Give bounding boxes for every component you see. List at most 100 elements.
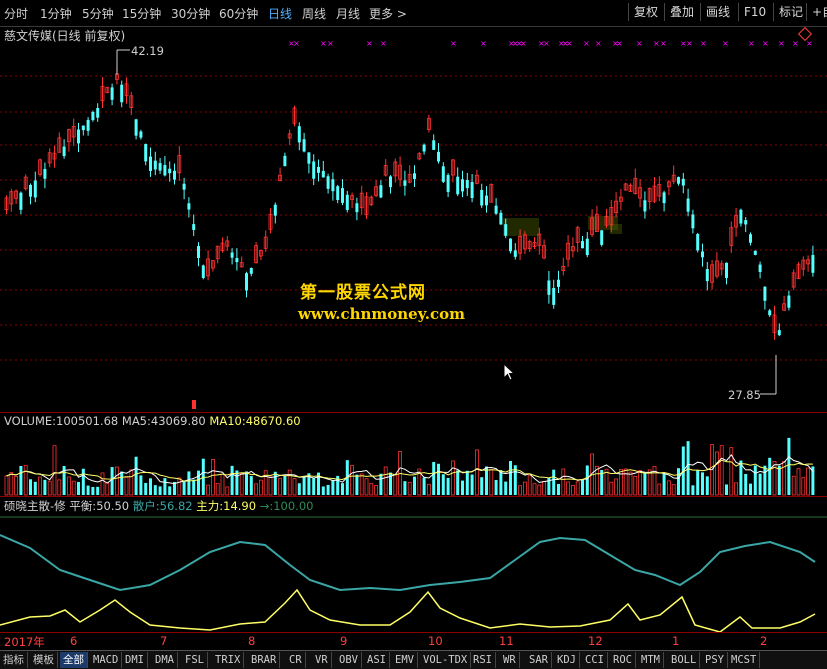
volume-bar (638, 470, 642, 496)
volume-bar (134, 456, 138, 495)
candle-down (110, 87, 114, 100)
candle-down (19, 192, 23, 210)
volume-bar (691, 485, 695, 495)
candle-down (33, 180, 37, 198)
volume-bar (657, 483, 662, 496)
candle-down (552, 287, 556, 305)
volume-bar (268, 476, 273, 496)
volume-bar (470, 474, 474, 495)
volume-bar (465, 470, 469, 495)
volume-bar (518, 485, 522, 496)
candle-down (547, 280, 551, 295)
candle-down (283, 155, 287, 167)
tab-rsi[interactable]: RSI (470, 652, 496, 668)
tab-boll[interactable]: BOLL (668, 652, 701, 668)
candle-down (811, 255, 815, 273)
candle-down (326, 176, 330, 189)
candle-down (230, 252, 234, 258)
signal-marker: × (583, 39, 590, 48)
date-label-nov: 11 (499, 634, 514, 648)
volume-bar (557, 483, 560, 495)
reference-value: 100.00 (273, 499, 314, 513)
volume-bar (297, 483, 301, 495)
tab-emv[interactable]: EMV (392, 652, 418, 668)
volume-bar (115, 466, 119, 496)
volume-bar (77, 481, 80, 495)
signal-marker: × (722, 39, 729, 48)
tab-vr[interactable]: VR (312, 652, 332, 668)
candle-down (725, 262, 728, 278)
candle-down (91, 111, 95, 121)
volume-bar (801, 477, 806, 496)
volume-bar (489, 469, 494, 496)
volume-bar (461, 480, 464, 495)
ma10-label: MA10: (209, 414, 246, 428)
volume-bar (38, 476, 42, 496)
tab-模板[interactable]: 模板 (30, 652, 58, 668)
signal-marker: × (380, 39, 387, 48)
volume-bar (719, 445, 724, 496)
tab-mtm[interactable]: MTM (638, 652, 664, 668)
volume-bar (278, 477, 283, 496)
tab-cr[interactable]: CR (286, 652, 306, 668)
date-label-jun: 6 (70, 634, 78, 648)
tab-brar[interactable]: BRAR (248, 652, 281, 668)
tab-全部[interactable]: 全部 (60, 652, 88, 668)
volume-value: 100501.68 (56, 414, 119, 428)
date-label-dec: 12 (588, 634, 603, 648)
tab-cci[interactable]: CCI (582, 652, 608, 668)
candle-down (197, 246, 200, 258)
tab-psy[interactable]: PSY (702, 652, 728, 668)
signal-marker: × (366, 39, 373, 48)
volume-bar (753, 465, 757, 495)
candle-down (168, 168, 172, 174)
tab-obv[interactable]: OBV (336, 652, 362, 668)
candle-down (134, 119, 138, 136)
volume-bar (715, 451, 719, 496)
signal-marker: × (636, 39, 643, 48)
volume-bar (647, 469, 652, 496)
balance-label: 平衡: (69, 499, 97, 513)
volume-ma10-line (6, 459, 813, 482)
volume-bar (393, 473, 398, 496)
tab-vol-tdx[interactable]: VOL-TDX (420, 652, 472, 668)
volume-bar (287, 469, 292, 496)
tab-kdj[interactable]: KDJ (554, 652, 580, 668)
volume-bar (667, 480, 671, 496)
volume-bar (326, 484, 330, 495)
tab-trix[interactable]: TRIX (212, 652, 245, 668)
highlight-zone (503, 218, 539, 236)
candle-down (144, 143, 148, 162)
tab-macd[interactable]: MACD (90, 652, 123, 668)
date-label-jul: 7 (160, 634, 168, 648)
tab-wr[interactable]: WR (500, 652, 520, 668)
date-label-oct: 10 (428, 634, 443, 648)
volume-bar (407, 481, 412, 496)
candle-down (749, 234, 752, 243)
main-force-line (0, 588, 816, 632)
tab-指标[interactable]: 指标 (0, 652, 28, 668)
candle-down (677, 177, 680, 184)
volume-bar (302, 477, 306, 495)
volume-bar (71, 480, 76, 496)
volume-bar (235, 470, 239, 495)
date-label-sep: 9 (340, 634, 348, 648)
candle-down (96, 108, 100, 118)
volume-bar (662, 473, 666, 495)
tab-dmi[interactable]: DMI (122, 652, 148, 668)
tab-mcst[interactable]: MCST (728, 652, 761, 668)
candle-down (432, 140, 436, 150)
candle-down (513, 250, 517, 257)
volume-bar (480, 477, 484, 495)
event-marker (192, 400, 196, 409)
tab-sar[interactable]: SAR (526, 652, 552, 668)
volume-bar (542, 480, 546, 496)
tab-dma[interactable]: DMA (152, 652, 178, 668)
signal-marker: × (566, 39, 573, 48)
tab-asi[interactable]: ASI (364, 652, 390, 668)
volume-bar (787, 437, 791, 495)
candle-down (235, 258, 239, 263)
tab-roc[interactable]: ROC (610, 652, 636, 668)
tab-fsl[interactable]: FSL (182, 652, 208, 668)
volume-bar (686, 441, 690, 495)
